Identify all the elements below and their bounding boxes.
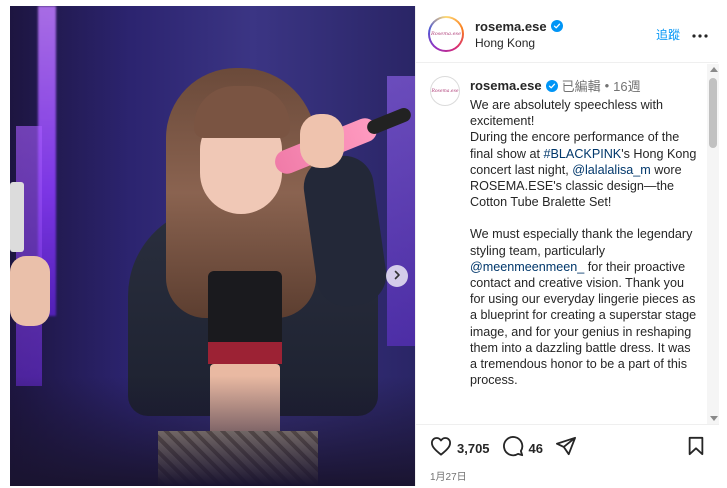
caption-body: rosema.ese 已編輯 • 16週 We are absolutely s…: [470, 76, 698, 388]
comment-bubble-icon[interactable]: [502, 435, 524, 462]
post-location[interactable]: Hong Kong: [475, 36, 656, 50]
hashtag-link[interactable]: #BLACKPINK: [544, 147, 622, 161]
share-button[interactable]: [555, 436, 577, 461]
caption-line: We are absolutely speechless with excite…: [470, 98, 663, 129]
scroll-up-arrow-icon[interactable]: [710, 67, 718, 72]
caption-scrollbar[interactable]: [707, 64, 719, 424]
action-bar: 3,705 46: [430, 435, 705, 462]
meta-separator: •: [604, 78, 610, 93]
performer-hand: [300, 114, 344, 168]
verified-badge-icon: [550, 20, 563, 32]
post-age[interactable]: 16週: [613, 76, 640, 95]
like-count[interactable]: 3,705: [457, 441, 490, 456]
post-actions: 3,705 46 1月27日: [416, 424, 719, 486]
caption-text: We are absolutely speechless with excite…: [470, 97, 698, 388]
share-icon[interactable]: [555, 436, 577, 461]
caption-paragraph-2: We must especially thank the legendary s…: [470, 226, 698, 388]
header-text: rosema.ese Hong Kong: [475, 19, 656, 50]
mention-link[interactable]: @meenmeenmeen_: [470, 260, 584, 274]
bralette-band: [208, 342, 282, 364]
comment-count[interactable]: 46: [529, 441, 543, 456]
caption-line: We must especially thank the legendary s…: [470, 227, 693, 258]
header-username[interactable]: rosema.ese: [475, 19, 547, 34]
scroll-thumb[interactable]: [709, 78, 717, 148]
bookmark-icon[interactable]: [687, 436, 705, 460]
account-avatar[interactable]: Rosema.ese: [428, 16, 464, 52]
header-user-row: rosema.ese: [475, 19, 656, 34]
instagram-post: Rosema.ese rosema.ese Hong Kong 追蹤 Rosem…: [10, 6, 719, 486]
heart-icon[interactable]: [430, 436, 452, 461]
audience-hand: [10, 256, 50, 326]
verified-badge-icon: [545, 79, 558, 92]
caption-paragraph-1: We are absolutely speechless with excite…: [470, 97, 698, 210]
caption-row: Rosema.ese rosema.ese 已編輯 • 16週 We are a…: [416, 64, 719, 388]
scroll-down-arrow-icon[interactable]: [710, 416, 718, 421]
audience-phone: [10, 182, 24, 252]
more-options-icon[interactable]: [692, 25, 708, 43]
comment-button[interactable]: 46: [502, 435, 543, 462]
post-side-panel: Rosema.ese rosema.ese Hong Kong 追蹤 Rosem…: [415, 6, 719, 486]
stage-floor-shadow: [10, 376, 415, 486]
mention-link[interactable]: @lalalalisa_m: [572, 163, 651, 177]
edited-label: 已編輯: [561, 79, 601, 94]
brand-logo: Rosema.ese: [431, 88, 459, 94]
caption-username[interactable]: rosema.ese: [470, 78, 542, 93]
post-header: Rosema.ese rosema.ese Hong Kong 追蹤: [416, 6, 718, 63]
follow-button[interactable]: 追蹤: [656, 26, 680, 43]
avatar-inner: Rosema.ese: [430, 18, 462, 50]
save-button[interactable]: [687, 436, 705, 461]
post-photo[interactable]: [10, 6, 415, 486]
carousel-next-button[interactable]: [386, 265, 408, 287]
caption-avatar[interactable]: Rosema.ese: [430, 76, 460, 106]
chevron-right-icon: [392, 267, 402, 285]
caption-scroll-area[interactable]: Rosema.ese rosema.ese 已編輯 • 16週 We are a…: [416, 64, 719, 424]
like-button[interactable]: 3,705: [430, 436, 490, 461]
brand-logo: Rosema.ese: [430, 31, 462, 37]
caption-line: for their proactive contact and creative…: [470, 259, 697, 388]
caption-meta: rosema.ese 已編輯 • 16週: [470, 76, 698, 95]
post-date[interactable]: 1月27日: [430, 468, 705, 483]
